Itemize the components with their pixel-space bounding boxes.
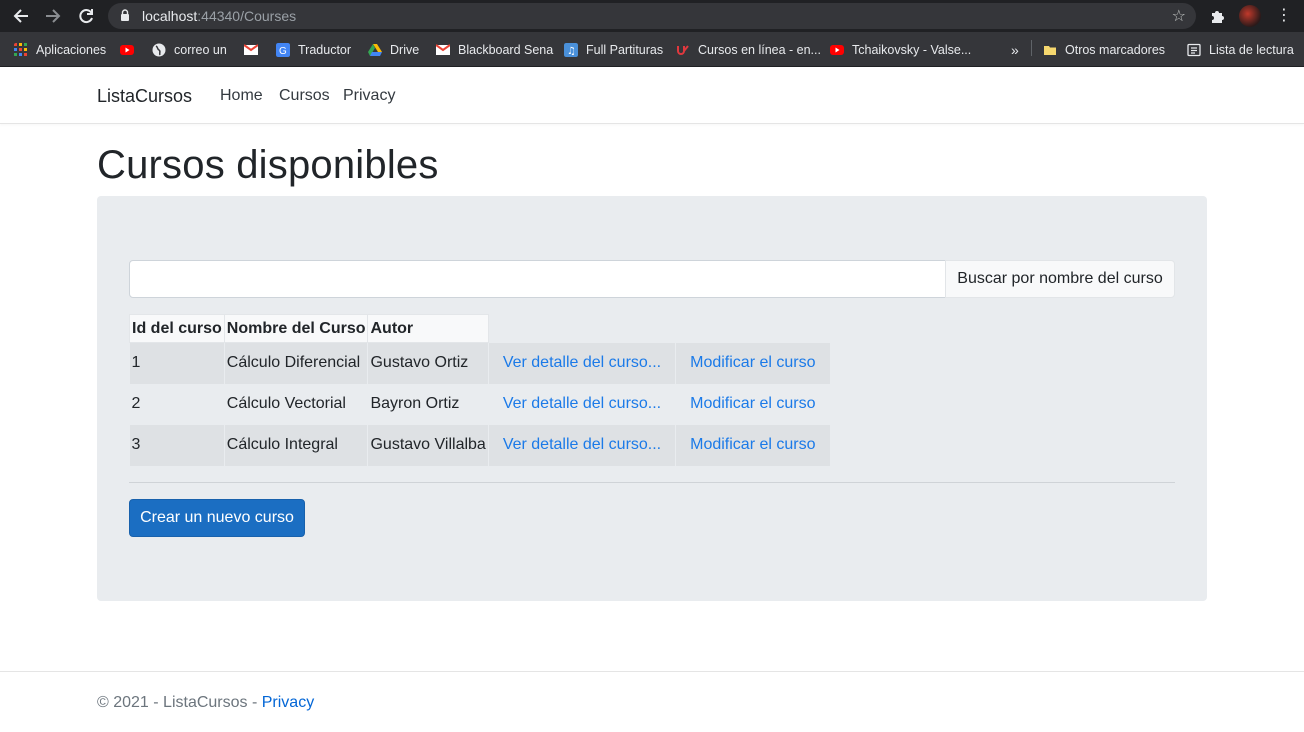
footer-copyright: © 2021 - ListaCursos - [97,694,262,711]
cell-name: Cálculo Diferencial [224,342,369,384]
detail-link[interactable]: Ver detalle del curso... [488,342,677,384]
bookmark-label: correo un [174,43,227,57]
bookmark-label: Aplicaciones [36,43,107,57]
gmail-icon [244,44,258,55]
folder-icon [1044,46,1056,55]
browser-toolbar: localhost:44340/Courses ☆ ⋮ [0,0,1304,32]
udemy-icon [677,45,689,55]
table-row: 1 Cálculo Diferencial Gustavo Ortiz Ver … [129,342,831,384]
edit-link[interactable]: Modificar el curso [675,342,831,384]
profile-avatar[interactable] [1239,5,1261,27]
apps-grid-icon [14,43,27,56]
site-navbar: ListaCursos Home Cursos Privacy [0,67,1304,124]
forward-arrow-icon[interactable] [42,5,64,27]
bookmark-label: Tchaikovsky - Valse... [852,43,972,57]
reading-list-icon [1187,43,1201,57]
table-row: 3 Cálculo Integral Gustavo Villalba Ver … [129,424,831,466]
header-author: Autor [367,314,489,343]
gmail-icon [436,44,450,55]
cell-author: Gustavo Villalba [367,424,489,466]
header-name: Nombre del Curso [223,314,369,343]
bookmark-blackboard[interactable]: Blackboard Sena [436,41,553,59]
detail-link[interactable]: Ver detalle del curso... [488,424,677,466]
translate-icon: G [276,43,290,57]
search-button[interactable]: Buscar por nombre del curso [945,260,1175,298]
edit-link[interactable]: Modificar el curso [675,424,831,466]
bookmark-label: Blackboard Sena [458,43,554,57]
more-bookmarks-button[interactable]: » [1011,41,1019,59]
address-bar[interactable]: localhost:44340/Courses ☆ [108,3,1196,29]
url-text: localhost:44340/Courses [142,8,296,24]
star-icon[interactable]: ☆ [1172,6,1186,26]
url-path: :44340/Courses [197,8,297,24]
youtube-icon [120,45,134,55]
url-host: localhost [142,8,198,24]
table-header-row: Id del curso Nombre del Curso Autor [129,314,831,343]
more-bookmarks-label: » [1011,42,1019,58]
bookmark-aplicaciones[interactable]: Aplicaciones [14,41,106,59]
cell-id: 1 [129,342,225,384]
globe-icon [152,43,166,57]
footer-text: © 2021 - ListaCursos - Privacy [97,694,314,712]
header-blank [488,315,675,343]
svg-text:G: G [279,46,287,57]
cell-name: Cálculo Vectorial [224,383,369,425]
bookmark-label: Drive [390,43,420,57]
drive-icon [368,44,382,56]
nav-link-home[interactable]: Home [220,87,263,105]
create-course-button[interactable]: Crear un nuevo curso [129,499,305,537]
bookmarks-divider [1031,40,1032,56]
bookmark-label: Full Partituras [586,43,664,57]
footer-privacy-link[interactable]: Privacy [262,694,314,711]
footer: © 2021 - ListaCursos - Privacy [0,671,1304,732]
bookmark-tchaikovsky[interactable]: Tchaikovsky - Valse... [830,41,971,59]
courses-table: Id del curso Nombre del Curso Autor 1 Cá… [129,314,831,466]
cell-author: Gustavo Ortiz [367,342,489,384]
reading-list-button[interactable]: Lista de lectura [1187,41,1294,59]
svg-text:♫: ♫ [567,46,576,57]
cell-name: Cálculo Integral [224,424,369,466]
youtube-icon [830,45,844,55]
brand-link[interactable]: ListaCursos [97,86,192,107]
bookmark-partituras[interactable]: ♫ Full Partituras [564,41,663,59]
reload-icon[interactable] [75,5,97,27]
search-input[interactable] [129,260,946,298]
nav-link-cursos[interactable]: Cursos [279,87,330,105]
music-icon: ♫ [564,43,578,57]
bookmark-youtube[interactable] [120,41,142,59]
bookmark-label: Otros marcadores [1065,43,1166,57]
kebab-menu-icon[interactable]: ⋮ [1276,5,1292,27]
bookmark-correo[interactable]: correo un [152,41,227,59]
puzzle-extensions-icon[interactable] [1209,7,1227,25]
bookmark-label: Cursos en línea - en... [698,43,821,57]
detail-link[interactable]: Ver detalle del curso... [488,383,677,425]
nav-link-privacy[interactable]: Privacy [343,87,395,105]
bookmark-cursos-en-linea[interactable]: Cursos en línea - en... [676,41,821,59]
lock-icon [121,9,129,21]
courses-panel: Buscar por nombre del curso Id del curso… [97,196,1207,601]
bookmark-label: Lista de lectura [1209,43,1294,57]
horizontal-rule [129,482,1175,483]
header-id: Id del curso [129,314,225,343]
bookmark-traductor[interactable]: G Traductor [276,41,351,59]
header-blank [676,315,830,343]
bookmark-gmail[interactable] [244,41,266,59]
cell-id: 2 [129,383,225,425]
page-title: Cursos disponibles [97,143,439,187]
back-arrow-icon[interactable] [10,5,32,27]
cell-author: Bayron Ortiz [367,383,489,425]
bookmark-drive[interactable]: Drive [368,41,419,59]
bookmarks-bar: Aplicaciones correo un G Traductor Drive… [0,32,1304,67]
bookmark-otros-marcadores[interactable]: Otros marcadores [1043,41,1165,59]
table-row: 2 Cálculo Vectorial Bayron Ortiz Ver det… [129,383,831,425]
cell-id: 3 [129,424,225,466]
edit-link[interactable]: Modificar el curso [675,383,831,425]
bookmark-label: Traductor [298,43,352,57]
